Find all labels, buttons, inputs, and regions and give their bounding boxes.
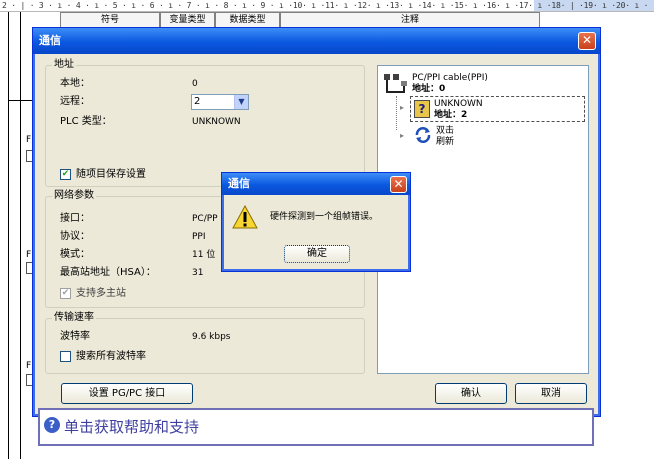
- msgbox-title: 通信: [228, 177, 250, 190]
- ruler-scale: 2 · | · 3 · ı · 4 · ı · 5 · ı · 6 · ı · …: [2, 1, 649, 10]
- remote-address-value: 2: [194, 96, 201, 107]
- dialog-close-button[interactable]: ✕: [578, 32, 596, 50]
- pc-cable-icon: [382, 72, 408, 96]
- protocol-label: 协议：: [60, 231, 90, 242]
- mode-label: 模式：: [60, 249, 90, 260]
- save-with-project-label[interactable]: 随项目保存设置: [76, 169, 146, 181]
- hsa-label: 最高站地址（HSA）：: [60, 267, 156, 278]
- remote-label: 远程：: [60, 96, 90, 107]
- error-message-text: 硬件探测到一个组帧错误。: [270, 212, 379, 222]
- close-icon: ✕: [393, 177, 404, 191]
- protocol-value: PPI: [192, 232, 206, 242]
- msgbox-ok-button[interactable]: 确定: [284, 245, 350, 263]
- editor-gutter-border: [20, 12, 21, 459]
- refresh-icon[interactable]: [414, 126, 432, 144]
- side-marker-label: F: [26, 361, 32, 371]
- multi-master-label: 支持多主站: [76, 288, 126, 299]
- checkmark-icon: ✔: [61, 288, 70, 298]
- interface-value: PC/PP: [192, 214, 218, 224]
- checkmark-icon: ✔: [61, 169, 70, 179]
- baud-rate-value: 9.6 kbps: [192, 332, 231, 342]
- network-params-title: 网络参数: [52, 190, 96, 202]
- multi-master-checkbox: ✔: [60, 288, 71, 299]
- address-group-title: 地址: [52, 59, 76, 71]
- msgbox-titlebar[interactable]: 通信: [222, 173, 410, 195]
- dialog-title: 通信: [39, 34, 61, 47]
- tree-arrow-icon: ▸: [400, 131, 405, 140]
- refresh-line2[interactable]: 刷新: [436, 136, 454, 148]
- ruler: 2 · | · 3 · ı · 4 · ı · 5 · ı · 6 · ı · …: [0, 0, 654, 12]
- local-label: 本地：: [60, 78, 90, 89]
- baud-rate-group: 传输速率 波特率 9.6 kbps 搜索所有波特率: [45, 312, 365, 374]
- help-icon: ?: [44, 417, 60, 433]
- unknown-device-icon: ?: [414, 100, 430, 118]
- warning-icon: [232, 204, 258, 229]
- set-pgpc-interface-button[interactable]: 设置 PG/PC 接口: [61, 383, 193, 404]
- cancel-button[interactable]: 取消: [515, 383, 587, 404]
- tree-arrow-icon: ▸: [400, 103, 405, 112]
- msgbox-close-button[interactable]: ✕: [390, 176, 407, 193]
- search-all-baud-label[interactable]: 搜索所有波特率: [76, 351, 146, 363]
- editor-left-border: [8, 12, 9, 459]
- remote-address-select[interactable]: 2 ▼: [191, 94, 249, 110]
- baud-rate-title: 传输速率: [52, 312, 96, 324]
- side-marker-label: F: [26, 135, 32, 145]
- error-message-box: 通信 ✕ 硬件探测到一个组帧错误。 确定: [221, 172, 411, 272]
- address-group: 地址 本地： 0 远程： 2 ▼ PLC 类型： UNKNOWN ✔ 随项目保存…: [45, 59, 365, 187]
- close-icon: ✕: [581, 33, 593, 47]
- side-marker-label: F: [26, 250, 32, 260]
- chevron-down-icon[interactable]: ▼: [234, 95, 248, 109]
- cable-address: 地址：0: [412, 84, 446, 94]
- interface-label: 接口：: [60, 213, 90, 224]
- plc-type-label: PLC 类型：: [60, 116, 112, 127]
- mode-value: 11 位: [192, 250, 216, 260]
- save-with-project-checkbox[interactable]: ✔: [60, 169, 71, 180]
- search-all-baud-checkbox[interactable]: [60, 351, 71, 362]
- help-text[interactable]: 单击获取帮助和支持: [64, 416, 199, 437]
- tree-connector: [396, 96, 397, 130]
- ok-button[interactable]: 确认: [435, 383, 507, 404]
- help-banner[interactable]: ? 单击获取帮助和支持: [38, 408, 594, 446]
- local-value: 0: [192, 79, 198, 89]
- dialog-titlebar[interactable]: 通信: [33, 28, 600, 54]
- hsa-value: 31: [192, 268, 204, 278]
- baud-rate-label: 波特率: [60, 331, 90, 342]
- device-address: 地址：2: [434, 110, 468, 120]
- plc-type-value: UNKNOWN: [192, 117, 241, 127]
